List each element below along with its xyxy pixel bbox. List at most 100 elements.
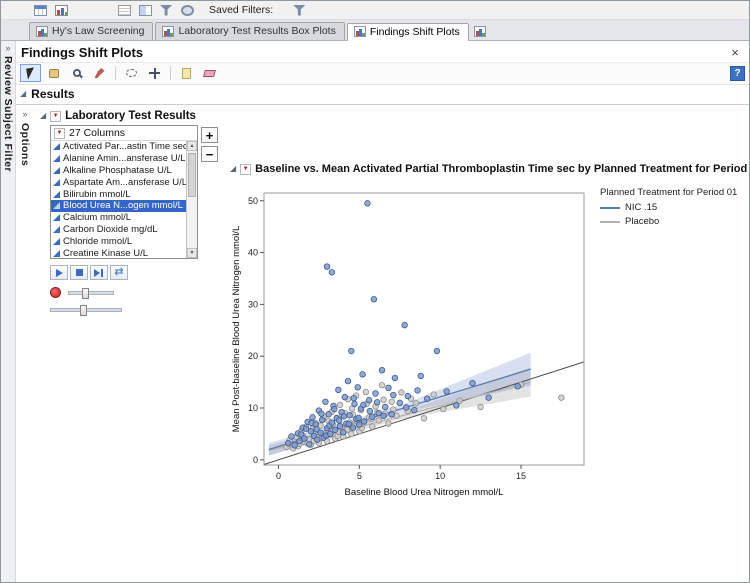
report-chart-icon	[36, 26, 48, 37]
help-icon[interactable]: ?	[730, 66, 745, 81]
close-icon[interactable]: ×	[727, 46, 743, 59]
arrow-tool-icon[interactable]	[20, 64, 41, 82]
column-item-blood-urea-n-ogen-mmol-l[interactable]: Blood Urea N...ogen mmol/L	[51, 200, 186, 212]
outline-collapse-icon[interactable]	[20, 90, 26, 98]
doc-toolbar: ?	[16, 62, 749, 85]
columns-red-triangle-menu-icon[interactable]	[54, 128, 65, 139]
continuous-column-icon	[53, 202, 60, 209]
chart-section: Baseline vs. Mean Activated Partial Thro…	[230, 105, 749, 582]
chart-collapse-icon[interactable]	[230, 165, 236, 173]
legend-item-placebo[interactable]: Placebo	[600, 216, 737, 227]
zoom-tool-icon[interactable]	[66, 64, 87, 82]
column-item-carbon-dioxide-mg-dl[interactable]: Carbon Dioxide mg/dL	[51, 224, 186, 236]
transition-slider-thumb[interactable]	[80, 305, 87, 316]
tab-findings-shift-plots[interactable]: Findings Shift Plots	[347, 23, 469, 41]
svg-text:40: 40	[248, 248, 258, 258]
panel-title: Laboratory Test Results	[65, 110, 196, 122]
eraser-tool-icon[interactable]	[199, 64, 220, 82]
journal-page-icon[interactable]	[474, 26, 486, 37]
step-button[interactable]	[90, 265, 108, 280]
column-item-bilirubin-mmol-l[interactable]: Bilirubin mmol/L	[51, 188, 186, 200]
column-item-calcium-mmol-l[interactable]: Calcium mmol/L	[51, 212, 186, 224]
continuous-column-icon	[53, 214, 60, 221]
tab-label: Laboratory Test Results Box Plots	[178, 25, 335, 37]
continuous-column-icon	[53, 143, 60, 150]
scatter-plot[interactable]: 05101501020304050Baseline Blood Urea Nit…	[230, 185, 592, 505]
record-stop-button[interactable]	[50, 287, 61, 298]
lab-test-results-panel: Laboratory Test Results 27 Columns Activ…	[34, 105, 230, 582]
stop-button[interactable]	[70, 265, 88, 280]
settings-icon[interactable]	[178, 3, 196, 18]
chart-title-row: Baseline vs. Mean Activated Partial Thro…	[230, 163, 749, 175]
tab-hy-s-law-screening[interactable]: Hy's Law Screening	[29, 22, 153, 40]
svg-text:5: 5	[357, 471, 362, 481]
toolbar-separator	[170, 66, 171, 80]
filter-icon[interactable]	[157, 3, 175, 18]
scrollbar-track[interactable]	[187, 151, 197, 248]
data-table-icon[interactable]	[31, 3, 49, 18]
review-subject-filter-tab[interactable]: Review Subject Filter	[2, 56, 14, 172]
speed-slider-thumb[interactable]	[82, 288, 89, 299]
legend-item-nic-15[interactable]: NIC .15	[600, 202, 737, 213]
scroll-down-icon[interactable]	[187, 248, 197, 258]
report-chart-icon	[354, 26, 366, 37]
layout-icon[interactable]	[136, 3, 154, 18]
legend-items: NIC .15 Placebo	[600, 202, 737, 227]
panel-collapse-icon[interactable]	[40, 112, 46, 120]
svg-text:10: 10	[435, 471, 445, 481]
tab-laboratory-test-results-box-plots[interactable]: Laboratory Test Results Box Plots	[155, 22, 344, 40]
record-row	[50, 287, 230, 298]
options-expand-chevron-icon[interactable]: »	[22, 110, 27, 119]
panel-outline-row: Laboratory Test Results	[40, 110, 230, 122]
toolbar-separator	[115, 66, 116, 80]
column-item-label: Bilirubin mmol/L	[63, 189, 131, 200]
column-item-activated-par-astin-time-sec[interactable]: Activated Par...astin Time sec	[51, 141, 186, 153]
crosshair-tool-icon[interactable]	[144, 64, 165, 82]
report-chart-icon	[162, 26, 174, 37]
add-remove-buttons: + −	[201, 125, 218, 259]
options-rail: » Options	[16, 105, 34, 582]
column-item-aspartate-am-ansferase-u-l[interactable]: Aspartate Am...ansferase U/L	[51, 176, 186, 188]
play-button[interactable]	[50, 265, 68, 280]
scrollbar	[186, 141, 197, 258]
transition-slider[interactable]	[50, 308, 122, 312]
options-tab[interactable]: Options	[19, 123, 31, 166]
lasso-tool-icon[interactable]	[121, 64, 142, 82]
page-header: Findings Shift Plots ×	[16, 41, 749, 62]
speed-slider[interactable]	[68, 291, 114, 295]
red-triangle-menu-icon[interactable]	[50, 111, 61, 122]
continuous-column-icon	[53, 238, 60, 245]
add-column-button[interactable]: +	[201, 127, 218, 143]
brush-tool-icon[interactable]	[89, 64, 110, 82]
annotate-tool-icon[interactable]	[176, 64, 197, 82]
legend-label: NIC .15	[625, 202, 657, 213]
svg-text:15: 15	[516, 471, 526, 481]
column-item-label: Calcium mmol/L	[63, 212, 131, 223]
column-item-alkaline-phosphatase-u-l[interactable]: Alkaline Phosphatase U/L	[51, 165, 186, 177]
saved-filters-menu-icon[interactable]	[290, 3, 308, 18]
expand-chevron-icon[interactable]: »	[5, 44, 10, 53]
svg-text:0: 0	[276, 471, 281, 481]
svg-text:Mean Post-baseline Blood Urea: Mean Post-baseline Blood Urea Nitrogen m…	[231, 226, 242, 432]
results-header: Results	[16, 85, 749, 105]
placebo-line-swatch	[600, 221, 620, 223]
remove-column-button[interactable]: −	[201, 146, 218, 162]
scroll-up-icon[interactable]	[187, 141, 197, 151]
columns-box: 27 Columns Activated Par...astin Time se…	[50, 125, 198, 259]
column-item-label: Chloride mmol/L	[63, 236, 132, 247]
column-item-chloride-mmol-l[interactable]: Chloride mmol/L	[51, 235, 186, 247]
column-item-creatine-kinase-u-l[interactable]: Creatine Kinase U/L	[51, 247, 186, 258]
continuous-column-icon	[53, 179, 60, 186]
report-icon[interactable]	[52, 3, 70, 18]
svg-text:10: 10	[248, 403, 258, 413]
grabber-tool-icon[interactable]	[43, 64, 64, 82]
chart-red-triangle-menu-icon[interactable]	[240, 164, 251, 175]
scrollbar-thumb[interactable]	[188, 153, 196, 197]
svg-text:20: 20	[248, 351, 258, 361]
swap-button[interactable]	[110, 265, 128, 280]
tab-label: Hy's Law Screening	[52, 25, 144, 37]
column-item-label: Creatine Kinase U/L	[63, 248, 148, 258]
jmp-window: Saved Filters: Hy's Law ScreeningLaborat…	[0, 0, 750, 583]
journal-icon[interactable]	[115, 3, 133, 18]
column-item-alanine-amin-ansferase-u-l[interactable]: Alanine Amin...ansferase U/L	[51, 153, 186, 165]
